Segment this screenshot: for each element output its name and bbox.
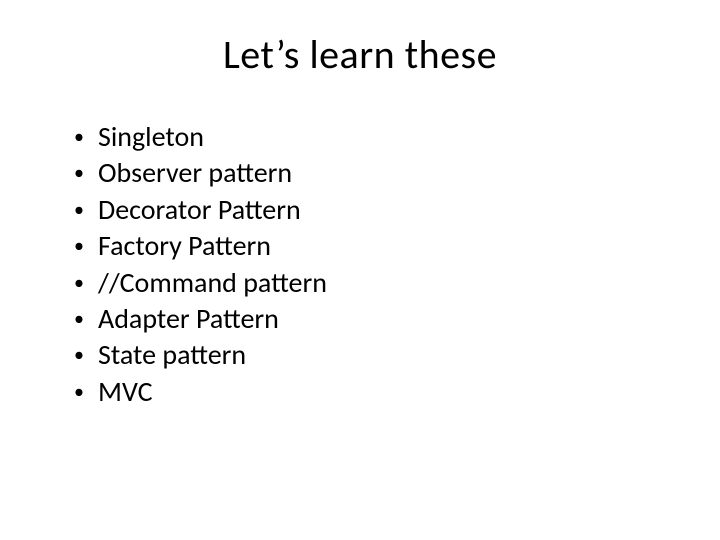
list-item: • Decorator Pattern bbox=[70, 192, 660, 228]
list-item-text: Factory Pattern bbox=[98, 228, 660, 264]
slide-title: Let’s learn these bbox=[60, 30, 660, 79]
list-item: • MVC bbox=[70, 374, 660, 410]
slide-content: • Singleton • Observer pattern • Decorat… bbox=[60, 119, 660, 410]
list-item-text: //Command pattern bbox=[98, 265, 660, 301]
list-item-text: MVC bbox=[98, 374, 660, 410]
list-item: • //Command pattern bbox=[70, 265, 660, 301]
bullet-icon: • bbox=[70, 119, 98, 155]
bullet-icon: • bbox=[70, 155, 98, 191]
list-item: • Observer pattern bbox=[70, 155, 660, 191]
list-item-text: Adapter Pattern bbox=[98, 301, 660, 337]
list-item-text: Observer pattern bbox=[98, 155, 660, 191]
list-item-text: State pattern bbox=[98, 337, 660, 373]
list-item: • Singleton bbox=[70, 119, 660, 155]
bullet-list: • Singleton • Observer pattern • Decorat… bbox=[70, 119, 660, 410]
bullet-icon: • bbox=[70, 337, 98, 373]
bullet-icon: • bbox=[70, 301, 98, 337]
list-item: • Adapter Pattern bbox=[70, 301, 660, 337]
list-item: • Factory Pattern bbox=[70, 228, 660, 264]
list-item: • State pattern bbox=[70, 337, 660, 373]
slide: Let’s learn these • Singleton • Observer… bbox=[0, 0, 720, 540]
bullet-icon: • bbox=[70, 228, 98, 264]
list-item-text: Singleton bbox=[98, 119, 660, 155]
bullet-icon: • bbox=[70, 374, 98, 410]
list-item-text: Decorator Pattern bbox=[98, 192, 660, 228]
bullet-icon: • bbox=[70, 265, 98, 301]
bullet-icon: • bbox=[70, 192, 98, 228]
